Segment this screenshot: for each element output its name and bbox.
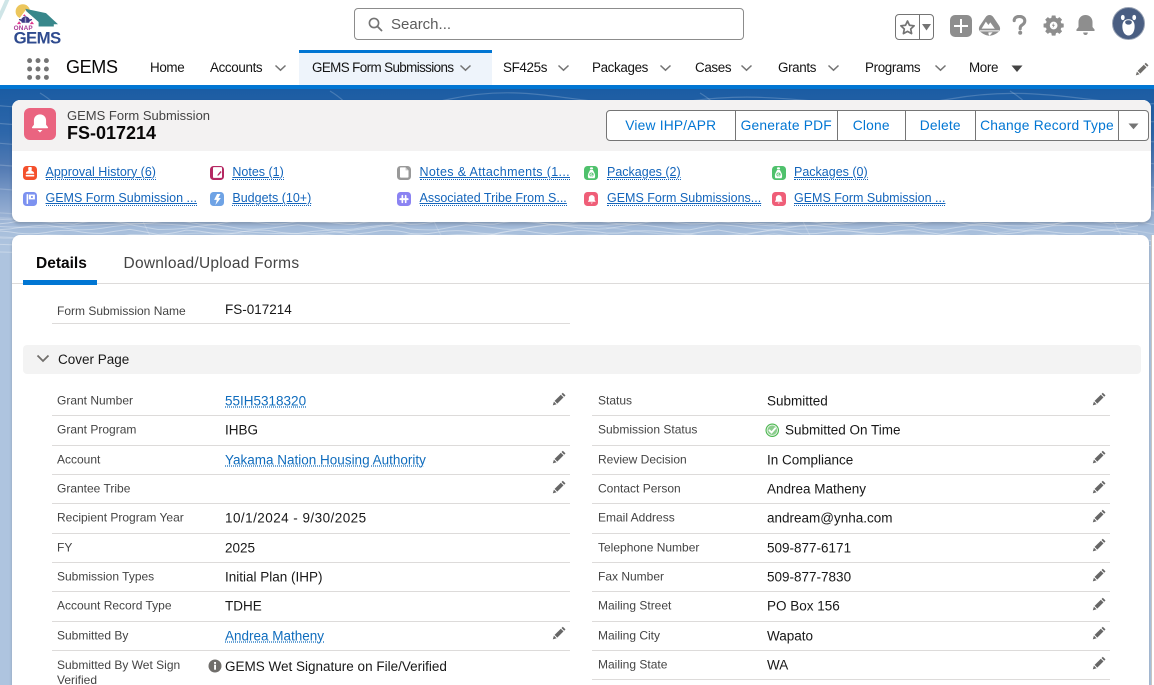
svg-text:$: $: [777, 172, 780, 177]
svg-text:GEMS: GEMS: [14, 29, 61, 48]
svg-text:$: $: [590, 172, 593, 177]
